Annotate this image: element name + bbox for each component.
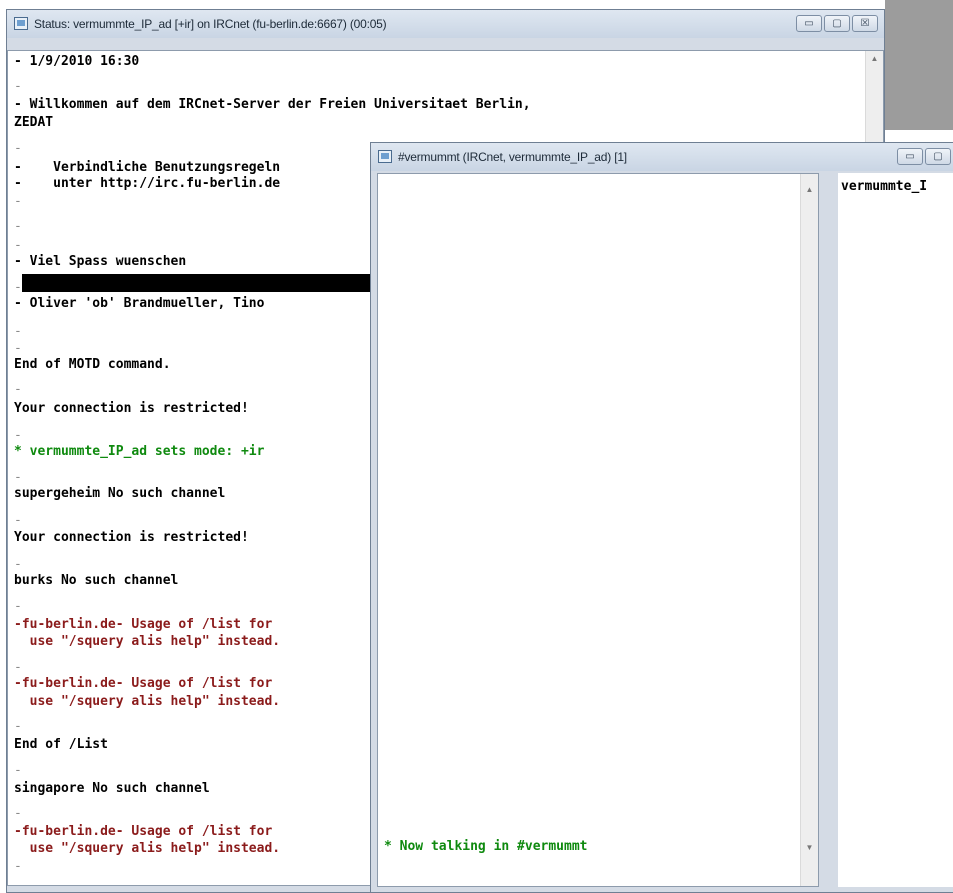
status-line: -: [14, 238, 22, 253]
close-button[interactable]: ☒: [852, 15, 878, 32]
status-line: use "/squery alis help" instead.: [14, 634, 281, 649]
status-line: singapore No such channel: [14, 781, 210, 796]
status-line: Your connection is restricted!: [14, 530, 249, 545]
status-line: - unter http://irc.fu-berlin.de: [14, 176, 281, 191]
status-line: End of MOTD command.: [14, 357, 171, 372]
status-line: -: [14, 719, 22, 734]
status-line: -: [14, 79, 22, 94]
nick-list-item[interactable]: vermummte_I: [841, 179, 927, 194]
status-line: use "/squery alis help" instead.: [14, 694, 281, 709]
status-line: -: [14, 194, 22, 209]
status-line: use "/squery alis help" instead.: [14, 841, 281, 856]
status-line: -: [14, 763, 22, 778]
channel-message-area[interactable]: * Now talking in #vermummt ▲ ▼: [377, 173, 819, 887]
status-line: -: [14, 513, 22, 528]
minimize-button[interactable]: ▭: [897, 148, 923, 165]
status-line: burks No such channel: [14, 573, 179, 588]
status-line: -: [14, 280, 22, 295]
status-line: -: [14, 382, 22, 397]
status-line: -: [14, 324, 22, 339]
status-line: - Oliver 'ob' Brandmueller, Tino: [14, 296, 265, 311]
maximize-button[interactable]: ▢: [925, 148, 951, 165]
status-line: -: [14, 141, 22, 156]
desktop-background: [885, 0, 953, 130]
status-line: End of /List: [14, 737, 108, 752]
status-line: -: [14, 660, 22, 675]
motd-black-bar: [22, 274, 392, 292]
status-line: -: [14, 599, 22, 614]
status-line: - Verbindliche Benutzungsregeln: [14, 160, 281, 175]
status-line: -fu-berlin.de- Usage of /list for: [14, 676, 273, 691]
channel-window-icon: [378, 150, 392, 163]
status-title-bar[interactable]: Status: vermummte_IP_ad [+ir] on IRCnet …: [7, 10, 884, 38]
channel-title-bar[interactable]: #vermummt (IRCnet, vermummte_IP_ad) [1] …: [371, 143, 953, 171]
status-line: -: [14, 470, 22, 485]
status-line: supergeheim No such channel: [14, 486, 226, 501]
status-line: -: [14, 341, 22, 356]
channel-window: #vermummt (IRCnet, vermummte_IP_ad) [1] …: [370, 142, 953, 893]
status-line: -fu-berlin.de- Usage of /list for: [14, 617, 273, 632]
status-line: - Viel Spass wuenschen: [14, 254, 187, 269]
status-line: -: [14, 428, 22, 443]
status-line: - 1/9/2010 16:30: [14, 54, 140, 69]
status-line: -: [14, 557, 22, 572]
status-window-title: Status: vermummte_IP_ad [+ir] on IRCnet …: [34, 17, 387, 31]
status-line: - Willkommen auf dem IRCnet-Server der F…: [14, 97, 531, 112]
system-message: * Now talking in #vermummt: [384, 839, 588, 854]
status-line: Your connection is restricted!: [14, 401, 249, 416]
channel-window-title: #vermummt (IRCnet, vermummte_IP_ad) [1]: [398, 150, 627, 164]
maximize-button[interactable]: ▢: [824, 15, 850, 32]
scroll-up-icon[interactable]: ▲: [801, 182, 818, 198]
minimize-button[interactable]: ▭: [796, 15, 822, 32]
channel-vertical-scrollbar[interactable]: ▲ ▼: [800, 174, 818, 886]
nick-list[interactable]: vermummte_I: [838, 173, 953, 887]
status-line: -: [14, 806, 22, 821]
scroll-up-icon[interactable]: ▲: [866, 51, 883, 67]
status-line: -: [14, 859, 22, 874]
status-line: ZEDAT: [14, 115, 54, 130]
status-line: -fu-berlin.de- Usage of /list for: [14, 824, 273, 839]
status-line: * vermummte_IP_ad sets mode: +ir: [14, 444, 265, 459]
status-window-icon: [14, 17, 28, 30]
scroll-down-icon[interactable]: ▼: [801, 840, 818, 856]
status-line: -: [14, 219, 22, 234]
